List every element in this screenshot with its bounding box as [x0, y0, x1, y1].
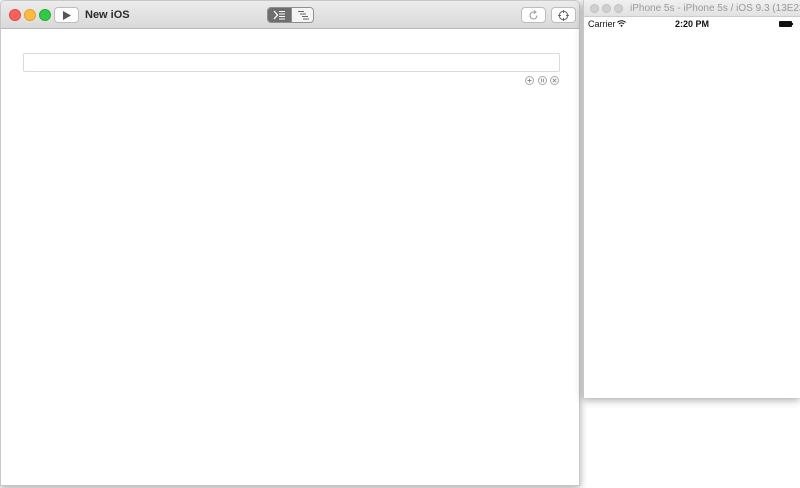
- refresh-button[interactable]: [521, 7, 546, 23]
- simulator-minimize-button[interactable]: [602, 4, 611, 13]
- play-icon: [63, 11, 71, 20]
- battery-icon: [779, 21, 793, 27]
- maximize-window-button[interactable]: [39, 9, 51, 21]
- window-title: New iOS: [85, 9, 130, 21]
- editor-area: [1, 29, 579, 485]
- status-bar-time: 2:20 PM: [674, 19, 709, 29]
- target-icon: [558, 10, 569, 21]
- simulator-maximize-button[interactable]: [614, 4, 623, 13]
- simulator-title: iPhone 5s - iPhone 5s / iOS 9.3 (13E230): [630, 3, 800, 14]
- simulator-title-bar: iPhone 5s - iPhone 5s / iOS 9.3 (13E230): [584, 0, 800, 17]
- playground-window: New iOS: [0, 0, 580, 486]
- plus-icon: [527, 78, 532, 83]
- run-button[interactable]: [54, 7, 79, 23]
- simulator-screen[interactable]: [584, 31, 800, 398]
- add-button[interactable]: [525, 76, 534, 85]
- close-icon: [552, 78, 557, 83]
- view-mode-segmented-control: [267, 7, 314, 23]
- target-button[interactable]: [551, 7, 576, 23]
- console-view-segment[interactable]: [268, 8, 291, 22]
- remove-button[interactable]: [550, 76, 559, 85]
- timeline-icon: [298, 11, 309, 20]
- console-icon: [273, 10, 285, 20]
- code-input-field[interactable]: [23, 53, 560, 72]
- simulator-close-button[interactable]: [590, 4, 599, 13]
- refresh-icon: [529, 10, 538, 20]
- simulator-window: iPhone 5s - iPhone 5s / iOS 9.3 (13E230)…: [583, 0, 800, 398]
- pause-button[interactable]: [538, 76, 547, 85]
- title-bar: New iOS: [1, 1, 579, 29]
- minimize-window-button[interactable]: [24, 9, 36, 21]
- timeline-view-segment[interactable]: [291, 8, 313, 22]
- ios-status-bar: Carrier 2:20 PM: [584, 17, 800, 31]
- close-window-button[interactable]: [9, 9, 21, 21]
- pause-icon: [541, 78, 544, 83]
